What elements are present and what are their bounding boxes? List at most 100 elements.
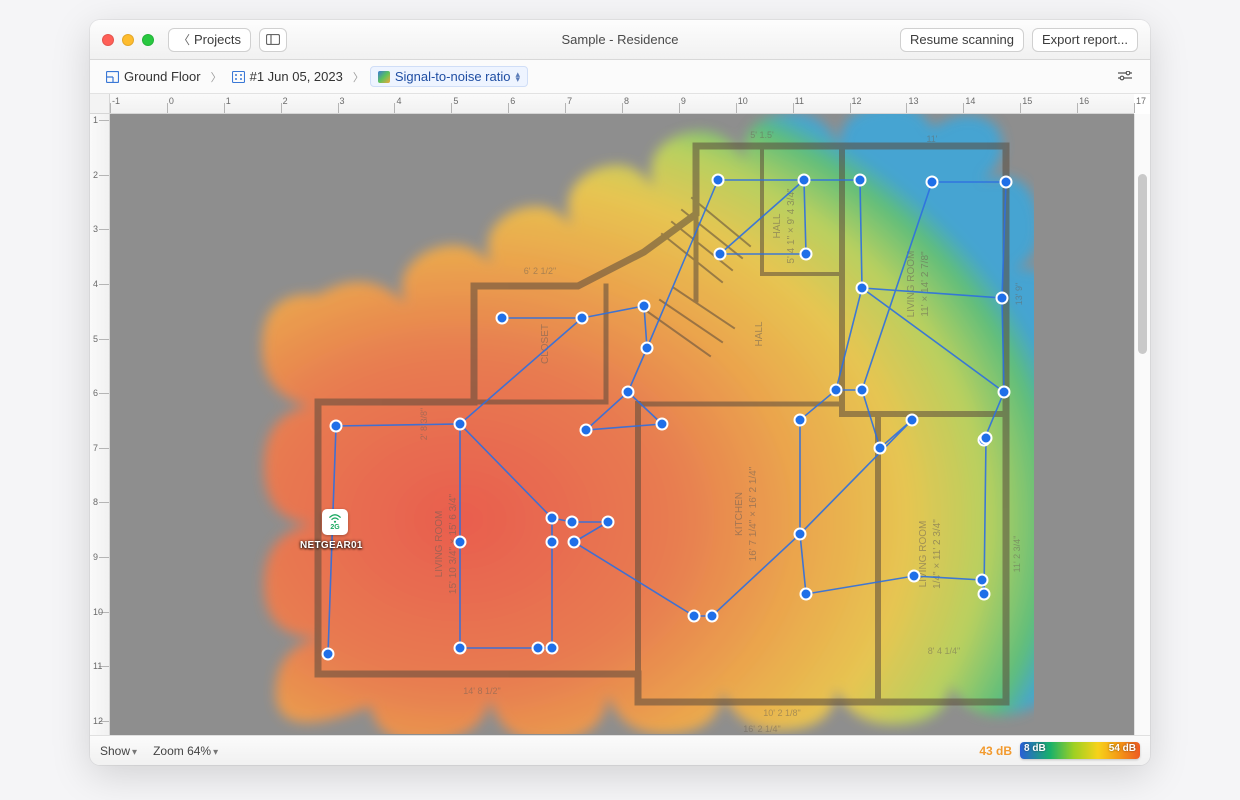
ap-band: 2G (330, 524, 339, 531)
view-options-button[interactable] (1112, 66, 1138, 88)
survey-point[interactable] (1001, 177, 1012, 188)
wifi-icon (328, 514, 342, 524)
survey-point[interactable] (497, 313, 508, 324)
svg-text:LIVING ROOM: LIVING ROOM (434, 511, 445, 578)
survey-point[interactable] (927, 177, 938, 188)
close-window[interactable] (102, 34, 114, 46)
survey-point[interactable] (977, 575, 988, 586)
survey-point[interactable] (801, 589, 812, 600)
ruler-corner (90, 94, 110, 114)
survey-point[interactable] (455, 537, 466, 548)
survey-point[interactable] (689, 611, 700, 622)
survey-point[interactable] (603, 517, 614, 528)
window-controls (102, 34, 154, 46)
survey-point[interactable] (715, 249, 726, 260)
floorplan-viewport[interactable]: LIVING ROOM 15' 10 3/4" × 15' 6 3/4" CLO… (110, 114, 1134, 735)
survey-point[interactable] (999, 387, 1010, 398)
back-to-projects-button[interactable]: 〈 Projects (168, 28, 251, 52)
svg-text:HALL: HALL (754, 321, 765, 346)
survey-point[interactable] (455, 419, 466, 430)
svg-text:16' 7 1/4" × 16' 2 1/4": 16' 7 1/4" × 16' 2 1/4" (748, 466, 759, 561)
svg-text:10' 2 1/8": 10' 2 1/8" (763, 708, 800, 718)
toggle-sidebar-button[interactable] (259, 28, 287, 52)
ruler-horizontal: -101234567891011121314151617 (110, 94, 1134, 114)
sidebar-icon (266, 34, 280, 45)
ruler-vertical: 123456789101112 (90, 114, 110, 735)
survey-point[interactable] (331, 421, 342, 432)
export-report-button[interactable]: Export report... (1032, 28, 1138, 52)
survey-point[interactable] (547, 643, 558, 654)
heatmap-blob (262, 114, 1034, 734)
svg-text:16' 2 1/4": 16' 2 1/4" (743, 724, 780, 734)
survey-point[interactable] (547, 513, 558, 524)
heatmap-icon (378, 71, 390, 83)
svg-text:14' 8 1/2": 14' 8 1/2" (463, 686, 500, 696)
survey-point[interactable] (547, 537, 558, 548)
color-legend[interactable]: 8 dB 54 dB (1020, 742, 1140, 759)
survey-point[interactable] (795, 529, 806, 540)
legend-min: 8 dB (1024, 743, 1046, 754)
svg-text:CLOSET: CLOSET (540, 324, 551, 364)
titlebar: 〈 Projects Sample - Residence Resume sca… (90, 20, 1150, 60)
survey-point[interactable] (707, 611, 718, 622)
svg-text:11' × 14' 2 7/8": 11' × 14' 2 7/8" (920, 251, 931, 317)
survey-point[interactable] (907, 415, 918, 426)
survey-point[interactable] (639, 301, 650, 312)
updown-icon: ▴▾ (515, 71, 520, 83)
survey-point[interactable] (799, 175, 810, 186)
survey-point[interactable] (875, 443, 886, 454)
app-window: 〈 Projects Sample - Residence Resume sca… (90, 20, 1150, 765)
survey-point[interactable] (831, 385, 842, 396)
survey-point[interactable] (855, 175, 866, 186)
chevron-right-icon: 〉 (353, 69, 364, 85)
minimize-window[interactable] (122, 34, 134, 46)
show-menu[interactable]: Show▾ (100, 744, 137, 758)
status-bar: Show▾ Zoom 64%▾ 43 dB 8 dB 54 dB (90, 735, 1150, 765)
survey-point[interactable] (713, 175, 724, 186)
survey-point[interactable] (642, 343, 653, 354)
chevron-down-icon: ▾ (213, 747, 218, 758)
svg-text:13' 9": 13' 9" (1014, 283, 1024, 305)
survey-point[interactable] (569, 537, 580, 548)
svg-text:11' 2 3/4": 11' 2 3/4" (1012, 536, 1022, 573)
survey-point[interactable] (795, 415, 806, 426)
survey-icon (232, 71, 245, 83)
scrollbar-vertical[interactable] (1134, 114, 1150, 735)
svg-text:LIVING ROOM: LIVING ROOM (906, 251, 917, 318)
svg-text:5' 4 1" × 9' 4 3/4": 5' 4 1" × 9' 4 3/4" (786, 188, 797, 264)
canvas-area: -101234567891011121314151617 12345678910… (90, 94, 1150, 735)
chevron-down-icon: ▾ (132, 747, 137, 758)
svg-text:5' 1.5': 5' 1.5' (750, 130, 774, 140)
survey-point[interactable] (533, 643, 544, 654)
access-point-label: NETGEAR01 (300, 540, 363, 551)
survey-point[interactable] (323, 649, 334, 660)
survey-point[interactable] (909, 571, 920, 582)
survey-point[interactable] (857, 385, 868, 396)
scroll-thumb[interactable] (1138, 174, 1147, 354)
chevron-left-icon: 〈 (178, 31, 190, 48)
svg-text:KITCHEN: KITCHEN (734, 492, 745, 536)
floorplan-icon (106, 71, 119, 83)
resume-scanning-button[interactable]: Resume scanning (900, 28, 1024, 52)
survey-point[interactable] (857, 283, 868, 294)
survey-point[interactable] (567, 517, 578, 528)
survey-point[interactable] (577, 313, 588, 324)
svg-text:8' 4 1/4": 8' 4 1/4" (928, 646, 960, 656)
survey-point[interactable] (997, 293, 1008, 304)
zoom-menu[interactable]: Zoom 64%▾ (153, 744, 218, 758)
sliders-icon (1117, 71, 1133, 83)
survey-point[interactable] (801, 249, 812, 260)
survey-point[interactable] (657, 419, 668, 430)
survey-point[interactable] (455, 643, 466, 654)
survey-point[interactable] (979, 589, 990, 600)
chevron-right-icon: 〉 (211, 69, 222, 85)
survey-point[interactable] (581, 425, 592, 436)
breadcrumb-floor[interactable]: Ground Floor (102, 67, 205, 86)
heatmap-svg: LIVING ROOM 15' 10 3/4" × 15' 6 3/4" CLO… (202, 114, 1034, 734)
access-point-marker[interactable]: 2G (322, 509, 348, 535)
breadcrumb-metric-selector[interactable]: Signal-to-noise ratio ▴▾ (370, 66, 528, 87)
survey-point[interactable] (981, 433, 992, 444)
breadcrumb-survey[interactable]: #1 Jun 05, 2023 (228, 67, 347, 86)
zoom-window[interactable] (142, 34, 154, 46)
survey-point[interactable] (623, 387, 634, 398)
